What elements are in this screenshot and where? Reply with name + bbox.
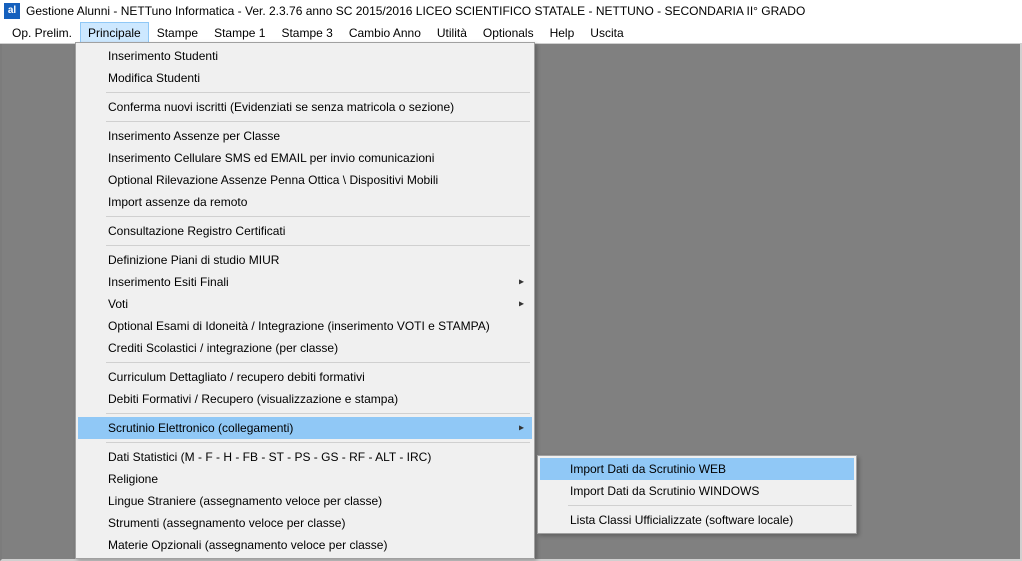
- principale-item[interactable]: Consultazione Registro Certificati: [78, 220, 532, 242]
- dropdown-principale: Inserimento Studenti Modifica Studenti Con…: [75, 42, 535, 559]
- menu-item-label: Lingue Straniere (assegnamento veloce pe…: [108, 494, 382, 508]
- menu-optionals[interactable]: Optionals: [475, 22, 542, 43]
- menu-item-label: Strumenti (assegnamento veloce per class…: [108, 516, 345, 530]
- menu-cambio-anno[interactable]: Cambio Anno: [341, 22, 429, 43]
- menu-item-label: Religione: [108, 472, 158, 486]
- chevron-right-icon: ▸: [519, 299, 524, 310]
- client-area: Inserimento Studenti Modifica Studenti Con…: [0, 44, 1022, 561]
- menu-item-label: Optional Rilevazione Assenze Penna Ottic…: [108, 173, 438, 187]
- principale-item[interactable]: Conferma nuovi iscritti (Evidenziati se …: [78, 96, 532, 118]
- menu-separator: [106, 245, 530, 246]
- window-title: Gestione Alunni - NETTuno Informatica - …: [26, 4, 805, 18]
- menu-stampe-3[interactable]: Stampe 3: [273, 22, 340, 43]
- principale-item[interactable]: Inserimento Assenze per Classe: [78, 125, 532, 147]
- menu-separator: [568, 505, 852, 506]
- menu-item-label: Crediti Scolastici / integrazione (per c…: [108, 341, 338, 355]
- menu-separator: [106, 442, 530, 443]
- principale-item[interactable]: Modifica Studenti: [78, 67, 532, 89]
- chevron-right-icon: ▸: [519, 277, 524, 288]
- principale-item[interactable]: Inserimento Studenti: [78, 45, 532, 67]
- scrutinio-item[interactable]: Import Dati da Scrutinio WEB: [540, 458, 854, 480]
- principale-item[interactable]: Lingue Straniere (assegnamento veloce pe…: [78, 490, 532, 512]
- menu-item-label: Lista Classi Ufficializzate (software lo…: [570, 513, 793, 527]
- title-bar: al Gestione Alunni - NETTuno Informatica…: [0, 0, 1022, 22]
- menu-item-label: Consultazione Registro Certificati: [108, 224, 285, 238]
- menu-op-prelim-[interactable]: Op. Prelim.: [4, 22, 80, 43]
- menu-separator: [106, 121, 530, 122]
- menu-item-label: Inserimento Assenze per Classe: [108, 129, 280, 143]
- scrutinio-item[interactable]: Lista Classi Ufficializzate (software lo…: [540, 509, 854, 531]
- menu-item-label: Definizione Piani di studio MIUR: [108, 253, 279, 267]
- principale-item[interactable]: Inserimento Esiti Finali ▸: [78, 271, 532, 293]
- menu-item-label: Dati Statistici (M - F - H - FB - ST - P…: [108, 450, 431, 464]
- menu-help[interactable]: Help: [542, 22, 583, 43]
- principale-item[interactable]: Import assenze da remoto: [78, 191, 532, 213]
- chevron-right-icon: ▸: [519, 423, 524, 434]
- menu-separator: [106, 362, 530, 363]
- principale-item[interactable]: Scrutinio Elettronico (collegamenti) ▸: [78, 417, 532, 439]
- principale-item[interactable]: Inserimento Cellulare SMS ed EMAIL per i…: [78, 147, 532, 169]
- menu-stampe[interactable]: Stampe: [149, 22, 206, 43]
- dropdown-scrutinio: Import Dati da Scrutinio WEB Import Dati …: [537, 455, 857, 534]
- menu-item-label: Scrutinio Elettronico (collegamenti): [108, 421, 293, 435]
- menu-item-label: Inserimento Esiti Finali: [108, 275, 229, 289]
- menu-uscita[interactable]: Uscita: [582, 22, 631, 43]
- menu-item-label: Inserimento Cellulare SMS ed EMAIL per i…: [108, 151, 434, 165]
- menu-item-label: Import Dati da Scrutinio WINDOWS: [570, 484, 759, 498]
- menu-stampe-1[interactable]: Stampe 1: [206, 22, 273, 43]
- principale-item[interactable]: Crediti Scolastici / integrazione (per c…: [78, 337, 532, 359]
- menu-separator: [106, 413, 530, 414]
- menu-separator: [106, 92, 530, 93]
- principale-item[interactable]: Religione: [78, 468, 532, 490]
- principale-item[interactable]: Optional Rilevazione Assenze Penna Ottic…: [78, 169, 532, 191]
- menu-item-label: Voti: [108, 297, 128, 311]
- menu-utilit-[interactable]: Utilità: [429, 22, 475, 43]
- menu-item-label: Curriculum Dettagliato / recupero debiti…: [108, 370, 365, 384]
- app-icon: al: [4, 3, 20, 19]
- menu-bar: Op. Prelim.PrincipaleStampeStampe 1Stamp…: [0, 22, 1022, 44]
- principale-item[interactable]: Debiti Formativi / Recupero (visualizzaz…: [78, 388, 532, 410]
- menu-item-label: Inserimento Studenti: [108, 49, 218, 63]
- menu-principale[interactable]: Principale: [80, 22, 149, 43]
- principale-item[interactable]: Optional Esami di Idoneità / Integrazion…: [78, 315, 532, 337]
- scrutinio-item[interactable]: Import Dati da Scrutinio WINDOWS: [540, 480, 854, 502]
- menu-item-label: Modifica Studenti: [108, 71, 200, 85]
- principale-item[interactable]: Dati Statistici (M - F - H - FB - ST - P…: [78, 446, 532, 468]
- principale-item[interactable]: Definizione Piani di studio MIUR: [78, 249, 532, 271]
- menu-item-label: Import assenze da remoto: [108, 195, 247, 209]
- menu-item-label: Optional Esami di Idoneità / Integrazion…: [108, 319, 490, 333]
- principale-item[interactable]: Voti ▸: [78, 293, 532, 315]
- menu-item-label: Import Dati da Scrutinio WEB: [570, 462, 726, 476]
- principale-item[interactable]: Materie Opzionali (assegnamento veloce p…: [78, 534, 532, 556]
- menu-separator: [106, 216, 530, 217]
- principale-item[interactable]: Curriculum Dettagliato / recupero debiti…: [78, 366, 532, 388]
- menu-item-label: Debiti Formativi / Recupero (visualizzaz…: [108, 392, 398, 406]
- principale-item[interactable]: Strumenti (assegnamento veloce per class…: [78, 512, 532, 534]
- menu-item-label: Conferma nuovi iscritti (Evidenziati se …: [108, 100, 454, 114]
- menu-item-label: Materie Opzionali (assegnamento veloce p…: [108, 538, 387, 552]
